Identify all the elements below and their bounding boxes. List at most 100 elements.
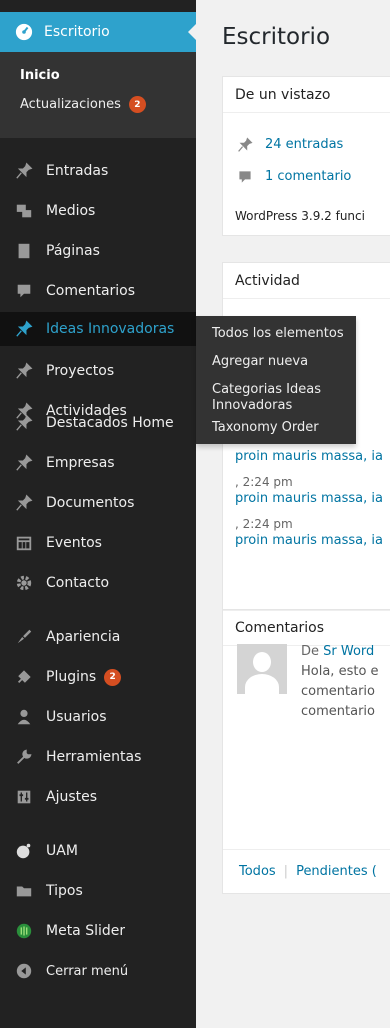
sidebar-item-label: Escritorio xyxy=(44,24,110,40)
main-content: Escritorio De un vistazo 24 entradas 1 c… xyxy=(196,0,390,1028)
comment-meta: De Sr Word xyxy=(301,644,374,659)
sidebar-item-destacados-home[interactable]: Destacados Home xyxy=(0,406,196,440)
settings-icon xyxy=(14,787,34,807)
separator: | xyxy=(283,864,289,879)
flyout-item-agregar[interactable]: Agregar nueva xyxy=(212,354,308,370)
comments-count-link[interactable]: 1 comentario xyxy=(265,169,351,184)
collapse-icon xyxy=(14,961,34,981)
sidebar-item-documentos[interactable]: Documentos xyxy=(0,486,196,520)
pin-icon xyxy=(14,161,34,181)
activity-post-link[interactable]: proin mauris massa, ia xyxy=(235,491,383,506)
submenu-label: Actualizaciones xyxy=(20,97,121,112)
sidebar-item-label: Contacto xyxy=(46,575,110,591)
glance-widget-title[interactable]: De un vistazo xyxy=(223,77,390,113)
sidebar-item-label: Páginas xyxy=(46,243,100,259)
sidebar-item-label: Plugins xyxy=(46,669,97,685)
comments-widget-title: Comentarios xyxy=(223,610,390,646)
sidebar-item-label: Apariencia xyxy=(46,629,121,645)
filter-pendientes-link[interactable]: Pendientes ( xyxy=(296,864,377,879)
meta-slider-icon xyxy=(14,921,34,941)
sidebar-item-ajustes[interactable]: Ajustes xyxy=(0,780,196,814)
pin-icon xyxy=(237,137,253,157)
sidebar-item-label: Empresas xyxy=(46,455,115,471)
sidebar-item-medios[interactable]: Medios xyxy=(0,194,196,228)
uam-icon xyxy=(14,841,34,861)
activity-widget-title[interactable]: Actividad xyxy=(223,263,390,299)
wordpress-version-text: WordPress 3.9.2 funci xyxy=(235,209,365,223)
activity-post-link[interactable]: proin mauris massa, ia xyxy=(235,449,383,464)
comment-icon xyxy=(14,281,34,301)
sidebar-item-meta-slider[interactable]: Meta Slider xyxy=(0,914,196,948)
sidebar-item-label: Entradas xyxy=(46,163,109,179)
gear-icon xyxy=(14,573,34,593)
activity-time: , 2:24 pm xyxy=(235,475,293,489)
sidebar-item-label: Meta Slider xyxy=(46,923,126,939)
sidebar-item-escritorio[interactable]: Escritorio xyxy=(0,12,196,52)
sidebar-item-contacto[interactable]: Contacto xyxy=(0,566,196,600)
media-icon xyxy=(14,201,34,221)
plugins-count-badge: 2 xyxy=(104,668,122,686)
dashboard-submenu: Inicio Actualizaciones 2 xyxy=(0,52,196,138)
collapse-menu-button[interactable]: Cerrar menú xyxy=(0,954,196,988)
sidebar-item-label: Eventos xyxy=(46,535,102,551)
brush-icon xyxy=(14,627,34,647)
flyout-item-categorias[interactable]: Categorias Ideas Innovadoras xyxy=(212,382,344,414)
flyout-item-todos[interactable]: Todos los elementos xyxy=(212,326,344,342)
admin-sidebar: Escritorio Inicio Actualizaciones 2 Entr… xyxy=(0,0,196,1028)
sidebar-item-label: Documentos xyxy=(46,495,135,511)
sidebar-item-label: Destacados Home xyxy=(46,415,174,431)
comment-author-link[interactable]: Sr Word xyxy=(323,644,374,659)
sidebar-item-eventos[interactable]: Eventos xyxy=(0,526,196,560)
comment-line: comentario xyxy=(301,704,375,719)
sidebar-item-entradas[interactable]: Entradas xyxy=(0,154,196,188)
sidebar-item-uam[interactable]: UAM xyxy=(0,834,196,868)
comment-line: Hola, esto e xyxy=(301,664,379,679)
sidebar-item-label: Comentarios xyxy=(46,283,136,299)
flyout-item-taxonomy[interactable]: Taxonomy Order xyxy=(212,420,319,436)
posts-count-link[interactable]: 24 entradas xyxy=(265,137,343,152)
page-icon xyxy=(14,241,34,261)
users-icon xyxy=(14,707,34,727)
pin-icon xyxy=(14,453,34,473)
folder-icon xyxy=(14,881,34,901)
pin-icon xyxy=(14,319,34,339)
sidebar-item-label: Ideas Innovadoras xyxy=(46,321,175,337)
activity-post-link[interactable]: proin mauris massa, ia xyxy=(235,533,383,548)
pin-icon xyxy=(14,361,34,381)
sidebar-item-label: Usuarios xyxy=(46,709,107,725)
pin-icon xyxy=(14,493,34,513)
sidebar-item-proyectos[interactable]: Proyectos xyxy=(0,354,196,388)
sidebar-item-empresas[interactable]: Empresas xyxy=(0,446,196,480)
sidebar-item-label: Ajustes xyxy=(46,789,98,805)
submenu-actualizaciones[interactable]: Actualizaciones 2 xyxy=(20,96,146,113)
sidebar-item-apariencia[interactable]: Apariencia xyxy=(0,620,196,654)
sidebar-item-label: UAM xyxy=(46,843,78,859)
sidebar-item-label: Medios xyxy=(46,203,96,219)
sidebar-item-tipos[interactable]: Tipos xyxy=(0,874,196,908)
submenu-inicio[interactable]: Inicio xyxy=(20,68,60,83)
sidebar-item-herramientas[interactable]: Herramientas xyxy=(0,740,196,774)
sidebar-item-paginas[interactable]: Páginas xyxy=(0,234,196,268)
pin-icon xyxy=(14,413,34,433)
comment-filter-links: Todos | Pendientes ( xyxy=(223,849,390,893)
sidebar-item-label: Herramientas xyxy=(46,749,142,765)
sidebar-item-comentarios[interactable]: Comentarios xyxy=(0,274,196,308)
plugin-icon xyxy=(14,667,34,687)
avatar xyxy=(237,644,287,694)
dashboard-icon xyxy=(14,22,34,42)
sidebar-item-label: Cerrar menú xyxy=(46,963,129,979)
calendar-icon xyxy=(14,533,34,553)
comment-line: comentario xyxy=(301,684,375,699)
comment-icon xyxy=(237,169,253,189)
updates-count-badge: 2 xyxy=(128,96,146,113)
sidebar-item-ideas-innovadoras[interactable]: Ideas Innovadoras xyxy=(0,312,196,346)
sidebar-item-usuarios[interactable]: Usuarios xyxy=(0,700,196,734)
comment-from-label: De xyxy=(301,644,320,659)
wrench-icon xyxy=(14,747,34,767)
sidebar-item-label: Proyectos xyxy=(46,363,115,379)
sidebar-item-label: Tipos xyxy=(46,883,83,899)
activity-time: , 2:24 pm xyxy=(235,517,293,531)
sidebar-item-plugins[interactable]: Plugins 2 xyxy=(0,660,196,694)
ideas-innovadoras-flyout: Todos los elementos Agregar nueva Catego… xyxy=(196,316,356,444)
filter-todos-link[interactable]: Todos xyxy=(239,864,276,879)
